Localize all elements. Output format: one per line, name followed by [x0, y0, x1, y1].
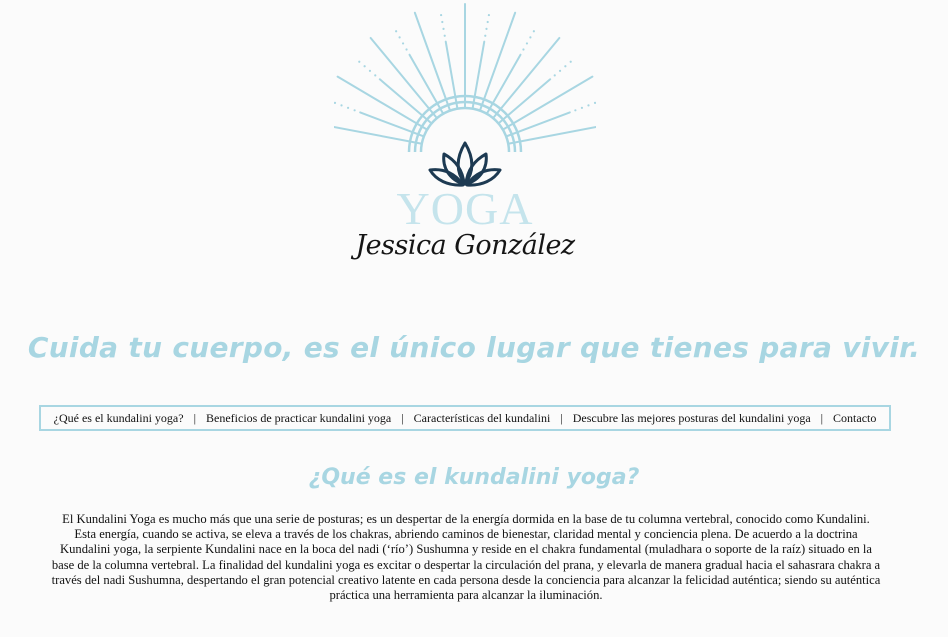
sunburst-rays-icon: [334, 3, 596, 145]
nav-separator: |: [193, 410, 196, 425]
logo-ray-dot: [363, 65, 366, 68]
logo-ray-dot: [368, 69, 372, 72]
site-logo[interactable]: YOGA Jessica González: [334, 0, 596, 290]
logo-ray-dot: [487, 13, 490, 17]
logo-signature: Jessica González: [355, 230, 575, 261]
nav-item-que-es[interactable]: ¿Qué es el kundalini yoga?: [54, 411, 184, 426]
logo-ray-dot: [525, 42, 529, 45]
lotus-icon: [428, 141, 502, 187]
logo-ray-dot: [374, 74, 377, 77]
main-nav: ¿Qué es el kundalini yoga? | Beneficios …: [39, 405, 891, 431]
nav-item-contacto[interactable]: Contacto: [833, 411, 876, 426]
logo-ray-dot: [522, 48, 525, 51]
logo-ray-dot: [358, 60, 361, 63]
logo-ray-dot: [564, 65, 567, 68]
nav-separator: |: [820, 410, 824, 425]
logo-ray-dot: [398, 36, 401, 39]
logo-ray-dot: [553, 74, 556, 77]
logo-ray-dot: [484, 34, 487, 37]
logo-ray-dot: [574, 109, 577, 112]
logo-ray-dot: [587, 104, 590, 107]
logo-ray-dot: [593, 101, 596, 104]
logo-ray-dot: [401, 42, 405, 45]
logo-ray-dot: [558, 69, 562, 72]
logo-ray-dot: [569, 60, 572, 63]
logo-ray-dot: [395, 30, 398, 33]
logo-ray-dot: [353, 109, 356, 112]
logo-ray: [334, 125, 423, 145]
section-title: ¿Qué es el kundalini yoga?: [308, 465, 640, 490]
logo-ray: [492, 36, 561, 120]
logo-ray-dot: [440, 13, 443, 17]
logo-ray: [507, 125, 596, 145]
nav-separator: |: [401, 410, 404, 425]
lotus-petal: [456, 141, 474, 186]
logo-ray-dot: [486, 20, 489, 24]
logo-ray-dot: [441, 20, 444, 24]
nav-item-posturas[interactable]: Descubre las mejores posturas del kundal…: [573, 411, 811, 426]
tagline: Cuida tu cuerpo, es el único lugar que t…: [27, 331, 921, 364]
logo-ray-dot: [532, 30, 535, 33]
logo-ray-dot: [340, 104, 343, 107]
logo-ray-dot: [485, 27, 488, 30]
logo-ray: [369, 36, 438, 120]
nav-item-beneficios[interactable]: Beneficios de practicar kundalini yoga: [206, 411, 391, 426]
nav-item-caracteristicas[interactable]: Características del kundalini: [414, 411, 551, 426]
logo-ray-dot: [405, 48, 408, 51]
logo-ray-dot: [346, 106, 350, 109]
section-body: El Kundalini Yoga es mucho más que una s…: [51, 512, 881, 603]
logo-ray-dot: [442, 27, 445, 30]
logo-ray-dot: [580, 106, 584, 109]
nav-separator: |: [560, 410, 563, 425]
logo-ray-dot: [443, 34, 446, 37]
logo-ray-dot: [529, 36, 532, 39]
logo-ray-dot: [334, 101, 337, 104]
